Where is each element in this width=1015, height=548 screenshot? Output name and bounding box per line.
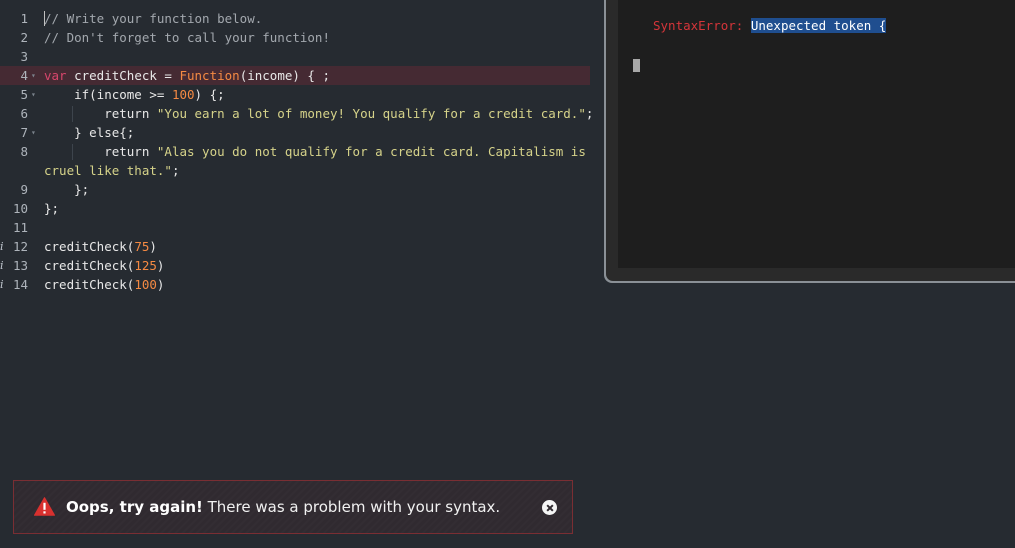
code-token: };	[44, 182, 90, 197]
console-error-line: SyntaxError: Unexpected token {	[653, 17, 887, 34]
code-line[interactable]: cruel like that.";	[0, 161, 590, 180]
warning-icon	[34, 497, 55, 516]
fold-toggle-icon[interactable]: ▾	[31, 123, 36, 142]
code-token: return	[44, 106, 157, 121]
code-line[interactable]: 7 ▾ } else{;	[0, 123, 590, 142]
code-text: };	[44, 199, 59, 218]
fold-toggle-icon[interactable]: ▾	[31, 85, 36, 104]
banner-message: There was a problem with your syntax.	[202, 498, 501, 516]
code-token: var	[44, 68, 75, 83]
code-token: };	[44, 201, 60, 216]
code-text: // Write your function below.	[44, 9, 262, 28]
code-token: )	[156, 277, 165, 292]
code-token: creditCheck(	[44, 258, 135, 273]
line-number: 14	[12, 277, 28, 292]
code-token: 75	[134, 239, 150, 254]
console-output[interactable]	[618, 0, 1015, 268]
indent-guide	[72, 106, 73, 122]
code-line[interactable]: 6 return "You earn a lot of money! You q…	[0, 104, 593, 123]
code-text: return "Alas you do not qualify for a cr…	[44, 142, 586, 161]
code-text: creditCheck(100)	[44, 275, 164, 294]
line-number: 13	[12, 258, 28, 273]
code-token: ;	[585, 106, 594, 121]
line-number: 1	[20, 11, 28, 26]
line-number: 10	[12, 201, 28, 216]
error-message: Unexpected token {	[750, 18, 887, 33]
line-number: 5	[20, 87, 28, 102]
code-line[interactable]: 2 // Don't forget to call your function!	[0, 28, 590, 47]
code-text: // Don't forget to call your function!	[44, 28, 330, 47]
fold-toggle-icon[interactable]: ▾	[31, 66, 36, 85]
code-token: // Write your function below.	[44, 11, 263, 26]
line-number: 11	[12, 220, 28, 235]
workspace: 1 // Write your function below. 2 // Don't …	[0, 0, 1015, 548]
line-number: 12	[12, 239, 28, 254]
code-text: var creditCheck = Function(income) { ;	[44, 66, 330, 85]
line-number: 3	[20, 49, 28, 64]
code-token: ) {;	[194, 87, 225, 102]
code-token: 100	[134, 277, 157, 292]
code-token: if(income >=	[44, 87, 172, 102]
close-banner-button[interactable]	[542, 500, 557, 515]
code-token: } else{;	[44, 125, 135, 140]
code-line[interactable]: i 13 creditCheck(125)	[0, 256, 590, 275]
line-number: 6	[20, 106, 28, 121]
line-number: 7	[20, 125, 28, 140]
code-token: // Don't forget to call your function!	[44, 30, 330, 45]
code-token: creditCheck(	[44, 239, 135, 254]
line-number: 8	[20, 144, 28, 159]
banner-text: Oops, try again! There was a problem wit…	[66, 481, 500, 533]
code-text: if(income >= 100) {;	[44, 85, 225, 104]
line-number: 2	[20, 30, 28, 45]
console-cursor	[633, 59, 640, 72]
code-line[interactable]: i 14 creditCheck(100)	[0, 275, 590, 294]
code-editor[interactable]: 1 // Write your function below. 2 // Don't …	[0, 0, 600, 548]
line-number: 9	[20, 182, 28, 197]
code-text: } else{;	[44, 123, 134, 142]
error-banner: Oops, try again! There was a problem wit…	[13, 480, 573, 534]
error-type: SyntaxError:	[653, 18, 744, 33]
text-cursor	[44, 11, 45, 26]
code-line[interactable]: 1 // Write your function below.	[0, 9, 590, 28]
code-text: };	[44, 180, 89, 199]
code-line[interactable]: 3	[0, 47, 590, 66]
code-token: creditCheck(	[44, 277, 135, 292]
code-token: )	[149, 239, 157, 254]
code-token: )	[156, 258, 165, 273]
code-text: return "You earn a lot of money! You qua…	[44, 104, 593, 123]
code-token: return	[44, 144, 157, 159]
line-number: 4	[20, 68, 28, 83]
code-line[interactable]: 10};	[0, 199, 590, 218]
code-token: 125	[134, 258, 157, 273]
code-text: cruel like that.";	[44, 161, 179, 180]
code-token: creditCheck =	[74, 68, 180, 83]
code-token: Function	[179, 68, 240, 83]
code-text: creditCheck(125)	[44, 256, 164, 275]
code-line[interactable]: 9 };	[0, 180, 590, 199]
banner-title: Oops, try again!	[66, 498, 203, 516]
code-line[interactable]: 11	[0, 218, 590, 237]
indent-guide	[72, 144, 73, 160]
code-line[interactable]: 4 ▾ var creditCheck = Function(income) { ;	[0, 66, 590, 85]
code-text: creditCheck(75)	[44, 237, 157, 256]
code-token: "Alas you do not qualify for a credit ca…	[156, 144, 586, 159]
code-token: 100	[171, 87, 195, 102]
code-token: "You earn a lot of money! You qualify fo…	[156, 106, 586, 121]
code-token: cruel like that."	[44, 163, 172, 178]
code-line[interactable]: 8 return "Alas you do not qualify for a …	[0, 142, 590, 161]
code-line[interactable]: i 12 creditCheck(75)	[0, 237, 590, 256]
code-token: (income) { ;	[239, 68, 330, 83]
code-token: ;	[171, 163, 180, 178]
code-line[interactable]: 5 ▾ if(income >= 100) {;	[0, 85, 590, 104]
